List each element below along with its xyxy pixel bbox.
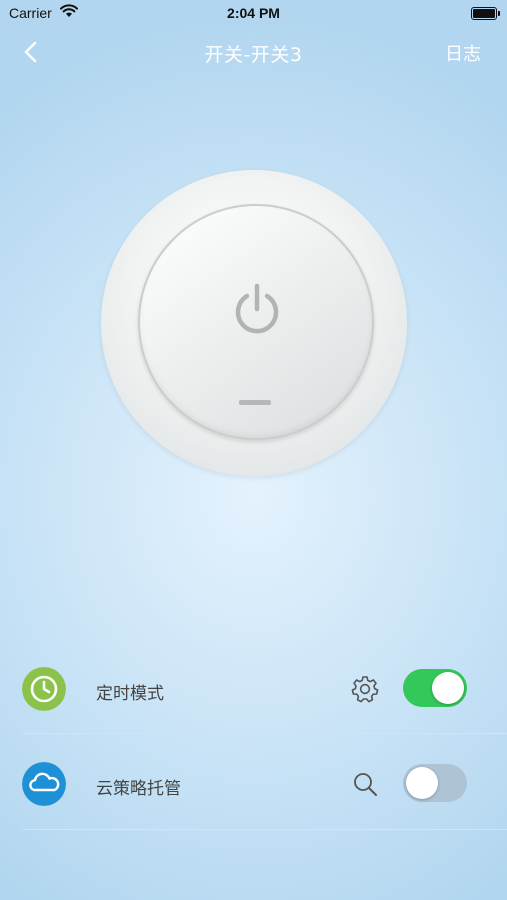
divider — [23, 733, 507, 734]
cloud-strategy-label: 云策略托管 — [96, 779, 181, 799]
search-icon[interactable] — [351, 770, 379, 798]
toggle-knob — [406, 767, 438, 799]
cloud-icon — [22, 762, 66, 806]
timer-mode-toggle[interactable] — [403, 669, 467, 707]
power-switch-button[interactable] — [138, 204, 374, 440]
status-bar: Carrier 2:04 PM — [0, 0, 507, 28]
toggle-knob — [432, 672, 464, 704]
gear-icon[interactable] — [351, 675, 379, 703]
off-indicator — [239, 400, 271, 405]
power-switch-bezel — [101, 170, 407, 476]
battery-icon — [471, 7, 500, 20]
timer-mode-row: 定时模式 — [0, 644, 507, 734]
cloud-strategy-row: 云策略托管 — [0, 740, 507, 830]
power-icon — [235, 283, 279, 334]
status-time: 2:04 PM — [227, 5, 280, 21]
timer-mode-label: 定时模式 — [96, 684, 164, 704]
navigation-bar: 开关-开关3 日志 — [0, 28, 507, 76]
page-title: 开关-开关3 — [204, 44, 303, 66]
cloud-strategy-toggle[interactable] — [403, 764, 467, 802]
log-button[interactable]: 日志 — [445, 40, 481, 66]
divider — [23, 829, 507, 830]
clock-icon — [22, 667, 66, 711]
